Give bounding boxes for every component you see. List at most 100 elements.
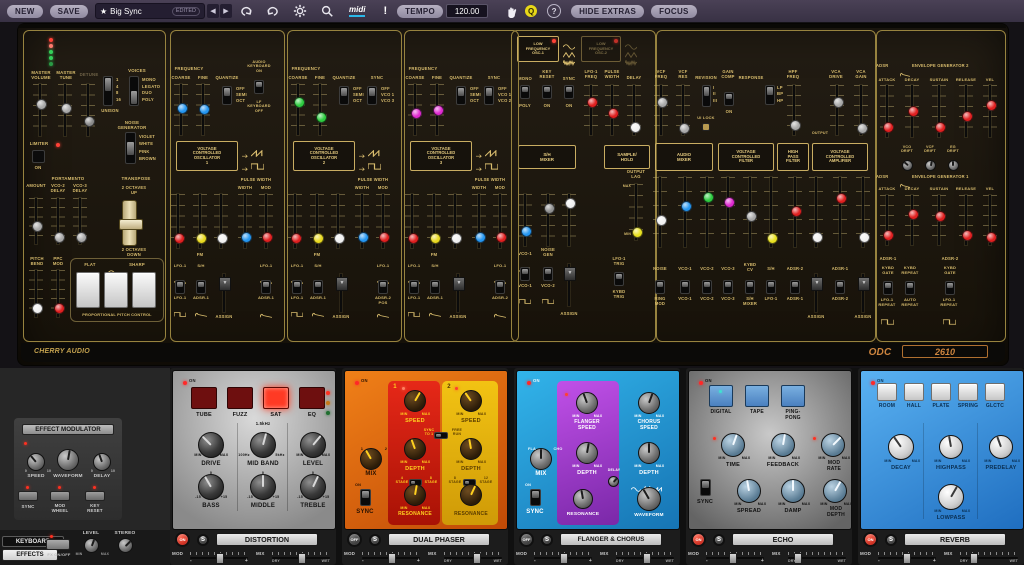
sh-mix-1-slider[interactable] — [518, 194, 532, 246]
vca-assign-select[interactable]: ▼ — [858, 274, 868, 312]
lowpass-knob[interactable] — [938, 484, 964, 510]
unison-count-switch[interactable] — [103, 76, 113, 106]
hide-extras-button[interactable]: HIDE EXTRAS — [571, 5, 644, 18]
voice-mode-switch[interactable] — [129, 76, 139, 106]
eg-drift-knob[interactable] — [948, 160, 959, 171]
gain-comp-switch[interactable] — [724, 92, 734, 106]
eg1-attack-slider[interactable] — [880, 195, 894, 245]
vco-2-assign-select[interactable]: ▼ — [336, 274, 346, 312]
noise-type-switch[interactable] — [125, 132, 136, 164]
waveform-knob[interactable] — [637, 487, 661, 511]
fx-on-off-button[interactable] — [46, 539, 70, 550]
digital-button[interactable] — [709, 385, 733, 407]
vco-1-fine-slider[interactable] — [196, 84, 210, 135]
vco-2-fm2-src-switch[interactable] — [313, 280, 323, 294]
ph1-depth-knob[interactable] — [404, 438, 426, 460]
vcf-kybd-slider[interactable] — [743, 177, 757, 247]
fx-solo-button[interactable]: S — [541, 534, 553, 546]
sh-trig-switch[interactable] — [614, 272, 624, 286]
vco-1-coarse-slider[interactable] — [174, 84, 188, 135]
tube-button[interactable] — [191, 387, 217, 409]
vco-3-sync-switch[interactable] — [484, 86, 494, 105]
output-lag-slider[interactable] — [629, 184, 643, 240]
ph1-speed-knob[interactable] — [404, 390, 426, 412]
vco-3-fm2-src-switch[interactable] — [430, 280, 440, 294]
mod-sync-button[interactable] — [18, 491, 38, 501]
lfo-mono-poly-switch[interactable] — [520, 85, 530, 99]
effect-modulator-title[interactable]: EFFECT MODULATOR — [22, 424, 114, 435]
mix-vco1-slider[interactable] — [678, 177, 692, 247]
fx-power-button[interactable]: OFF — [347, 532, 362, 547]
response-switch[interactable] — [765, 85, 775, 105]
limiter-toggle[interactable] — [32, 150, 45, 163]
room-button[interactable] — [877, 383, 897, 401]
phaser-sync-switch[interactable] — [360, 489, 371, 506]
hpf-freq-slider[interactable] — [787, 85, 801, 135]
vca-gain-slider[interactable] — [854, 85, 868, 135]
sat-button[interactable] — [263, 387, 289, 409]
vco-2-fm-1-slider[interactable] — [288, 194, 302, 248]
vco-3-fm-3-slider[interactable] — [448, 194, 462, 248]
vco-3-assign-select[interactable]: ▼ — [453, 274, 463, 312]
vco-1-quantize-switch[interactable] — [222, 86, 232, 105]
eg2-vel-slider[interactable] — [983, 85, 997, 137]
lfo-delay-slider[interactable] — [627, 85, 641, 135]
ppc-mod-slider[interactable] — [51, 270, 65, 317]
vco-1-width-slider[interactable] — [238, 194, 252, 248]
preset-selector[interactable]: ★ Big Sync EDITED — [95, 3, 205, 19]
kybd-sh-switch[interactable] — [745, 280, 755, 294]
eg1-sustain-slider[interactable] — [932, 195, 946, 245]
eg2-decay-slider[interactable] — [905, 85, 919, 137]
vca-adsr-slider[interactable] — [833, 177, 847, 247]
vco-3-quantize-switch[interactable] — [456, 86, 466, 105]
mod-rate-knob[interactable] — [821, 433, 845, 457]
eg1-decay-slider[interactable] — [905, 195, 919, 245]
mix-vco2-slider[interactable] — [700, 177, 714, 247]
mod-wheel-button[interactable] — [50, 491, 70, 501]
pitch-bend-slider[interactable] — [29, 270, 43, 317]
fx-level-knob[interactable] — [84, 538, 99, 553]
vcf-env-switch[interactable] — [790, 280, 800, 294]
fx-stereo-knob[interactable] — [118, 538, 133, 553]
fx-power-button[interactable]: OFF — [519, 532, 534, 547]
vcf-assign-select[interactable]: ▼ — [811, 274, 821, 312]
vca-assign-slider[interactable] — [856, 177, 870, 247]
detune-slider[interactable] — [81, 84, 95, 136]
vco3-wave-switch[interactable] — [723, 280, 733, 294]
ping-pong-button[interactable] — [781, 385, 805, 407]
chorus-depth-knob[interactable] — [638, 442, 660, 464]
vcf-sh-slider[interactable] — [764, 177, 778, 247]
vco-2-width-mod-slider[interactable] — [376, 194, 390, 248]
eg2-release-slider[interactable] — [959, 85, 973, 137]
hall-button[interactable] — [904, 383, 924, 401]
vco-3-width-mod-slider[interactable] — [493, 194, 507, 248]
key-reset-switch[interactable] — [542, 85, 552, 99]
eq-button[interactable] — [299, 387, 325, 409]
vco-1-fm-1-slider[interactable] — [171, 194, 185, 248]
kybd-repeat-switch[interactable] — [905, 281, 915, 295]
new-button[interactable]: NEW — [7, 5, 43, 18]
tape-button[interactable] — [745, 385, 769, 407]
fx-power-button[interactable]: ON — [863, 532, 878, 547]
transpose-lever[interactable] — [122, 200, 137, 246]
master-tune-slider[interactable] — [58, 84, 72, 136]
flanger-depth-knob[interactable] — [576, 442, 598, 464]
adsr2-gate-switch[interactable] — [945, 281, 955, 295]
vco-1-fm-2-slider[interactable] — [193, 194, 207, 248]
vco-1-fm1-src-switch[interactable] — [175, 280, 185, 294]
vco-1-fm-3-slider[interactable] — [214, 194, 228, 248]
vco-2-fm-3-slider[interactable] — [331, 194, 345, 248]
mix-vco3-slider[interactable] — [721, 177, 735, 247]
fx-solo-button[interactable]: S — [197, 534, 209, 546]
plate-button[interactable] — [931, 383, 951, 401]
vco-3-coarse-slider[interactable] — [408, 84, 422, 135]
prev-preset-button[interactable]: ◀ — [207, 4, 219, 18]
predelay-knob[interactable] — [989, 435, 1013, 459]
sh-src1-switch[interactable] — [520, 267, 530, 281]
vco-3-fine-slider[interactable] — [430, 84, 444, 135]
spring-button[interactable] — [958, 383, 978, 401]
vco2-delay-slider[interactable] — [51, 198, 65, 244]
mod-depth-knob[interactable] — [823, 479, 847, 503]
favorite-star-icon[interactable]: ★ — [100, 7, 107, 16]
vco-2-quantize-switch[interactable] — [339, 86, 349, 105]
